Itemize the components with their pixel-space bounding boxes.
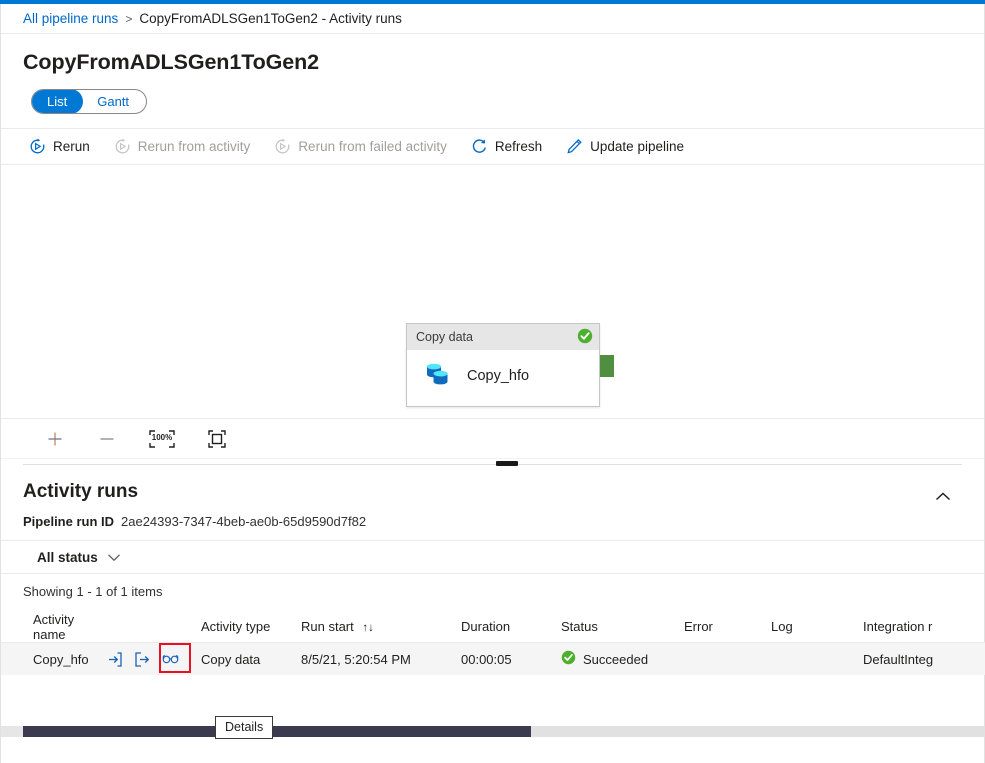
rerun-label: Rerun — [53, 139, 90, 154]
cell-status: Succeeded — [561, 650, 684, 668]
activity-runs-panel: Activity runs Pipeline run ID 2ae24393-7… — [1, 471, 985, 675]
panel-splitter[interactable] — [1, 458, 984, 471]
details-tooltip: Details — [215, 716, 274, 739]
tab-gantt[interactable]: Gantt — [82, 90, 146, 113]
splitter-grip[interactable] — [496, 461, 518, 466]
cell-activity-name: Copy_hfo — [33, 651, 89, 667]
status-badge: Succeeded — [583, 651, 649, 667]
scrollbar-thumb[interactable] — [23, 726, 531, 737]
pipeline-run-id: Pipeline run ID 2ae24393-7347-4beb-ae0b-… — [23, 503, 984, 529]
column-header-log[interactable]: Log — [771, 619, 863, 634]
chevron-down-icon — [107, 550, 121, 565]
pencil-icon — [566, 138, 583, 155]
fit-to-screen-button[interactable] — [205, 427, 229, 451]
column-header-duration[interactable]: Duration — [461, 619, 561, 634]
collapse-panel-button[interactable] — [930, 485, 956, 511]
column-header-integration-runtime[interactable]: Integration r — [863, 619, 958, 634]
filter-bar: All status — [1, 540, 984, 574]
breadcrumb-separator: > — [125, 11, 133, 26]
zoom-level-button[interactable]: 100% — [147, 427, 177, 451]
app-frame: All pipeline runs > CopyFromADLSGen1ToGe… — [0, 4, 985, 763]
input-icon[interactable] — [106, 651, 123, 668]
view-toggle: List Gantt — [31, 89, 148, 114]
pipeline-run-id-label: Pipeline run ID — [23, 514, 115, 529]
breadcrumb-all-pipeline-runs[interactable]: All pipeline runs — [23, 11, 118, 26]
command-bar: Rerun Rerun from activity Rerun from fai… — [1, 128, 984, 165]
column-header-error[interactable]: Error — [684, 619, 771, 634]
pipeline-run-id-value: 2ae24393-7347-4beb-ae0b-65d9590d7f82 — [121, 514, 367, 529]
cell-activity-type: Copy data — [201, 651, 261, 667]
view-toggle-wrap: List Gantt — [1, 75, 984, 114]
rerun-from-failed-activity-icon — [274, 138, 291, 155]
activity-node-type-label: Copy data — [416, 330, 473, 344]
table-row[interactable]: Copy_hfo Copy data 8/5/21, 5:20:54 PM 00… — [1, 642, 985, 675]
activity-node-body: Copy_hfo — [407, 350, 599, 391]
rerun-from-activity-button: Rerun from activity — [114, 138, 251, 155]
column-header-status[interactable]: Status — [561, 619, 684, 634]
refresh-button[interactable]: Refresh — [471, 138, 542, 155]
cell-duration: 00:00:05 — [461, 651, 512, 667]
rerun-from-activity-label: Rerun from activity — [137, 139, 251, 154]
showing-count: Showing 1 - 1 of 1 items — [23, 584, 163, 599]
canvas-zoom-toolbar: 100% — [1, 418, 984, 458]
cell-run-start: 8/5/21, 5:20:54 PM — [301, 651, 411, 667]
sort-arrows-icon: ↑↓ — [362, 622, 374, 634]
rerun-button[interactable]: Rerun — [29, 138, 90, 155]
rerun-from-activity-icon — [114, 138, 131, 155]
rerun-from-failed-activity-label: Rerun from failed activity — [298, 139, 447, 154]
refresh-label: Refresh — [494, 139, 543, 154]
breadcrumb-current: CopyFromADLSGen1ToGen2 - Activity runs — [139, 11, 402, 26]
copy-data-icon — [423, 360, 453, 391]
column-header-activity-name[interactable]: Activity name — [1, 612, 106, 642]
horizontal-scrollbar[interactable] — [1, 726, 985, 737]
node-output-port[interactable] — [600, 355, 614, 377]
splitter-line — [23, 464, 962, 465]
output-icon[interactable] — [134, 651, 151, 668]
chevron-up-icon — [934, 491, 952, 506]
column-header-activity-type[interactable]: Activity type — [201, 619, 301, 634]
details-glasses-icon[interactable] — [162, 651, 179, 668]
column-header-run-start[interactable]: Run start ↑↓ — [301, 619, 461, 634]
activity-node-copy-hfo[interactable]: Copy data Copy_hfo — [406, 323, 600, 407]
update-pipeline-button[interactable]: Update pipeline — [566, 138, 684, 155]
activity-node-name: Copy_hfo — [467, 367, 530, 384]
status-success-icon — [561, 650, 576, 668]
activity-node-header: Copy data — [407, 324, 599, 350]
status-filter-dropdown[interactable]: All status — [37, 550, 121, 565]
activity-runs-table: Activity name Activity type Run start ↑↓… — [1, 611, 985, 675]
update-pipeline-label: Update pipeline — [590, 139, 684, 154]
zoom-out-button[interactable] — [95, 427, 119, 451]
activity-runs-title: Activity runs — [23, 481, 139, 502]
breadcrumb: All pipeline runs > CopyFromADLSGen1ToGe… — [1, 4, 984, 34]
page-title: CopyFromADLSGen1ToGen2 — [23, 50, 320, 74]
rerun-from-failed-activity-button: Rerun from failed activity — [274, 138, 447, 155]
tab-list[interactable]: List — [32, 90, 84, 113]
pipeline-canvas[interactable]: Copy data Copy_hfo 100% — [1, 165, 984, 458]
success-check-icon — [577, 328, 593, 347]
zoom-level-label: 100% — [151, 433, 173, 442]
rerun-icon — [29, 138, 46, 155]
column-header-run-start-label: Run start — [301, 619, 354, 634]
table-header-row: Activity name Activity type Run start ↑↓… — [1, 611, 985, 643]
refresh-icon — [471, 138, 488, 155]
status-filter-label: All status — [37, 549, 98, 565]
cell-row-actions — [106, 642, 201, 673]
cell-integration-runtime: DefaultInteg — [863, 651, 934, 667]
zoom-in-button[interactable] — [43, 427, 67, 451]
